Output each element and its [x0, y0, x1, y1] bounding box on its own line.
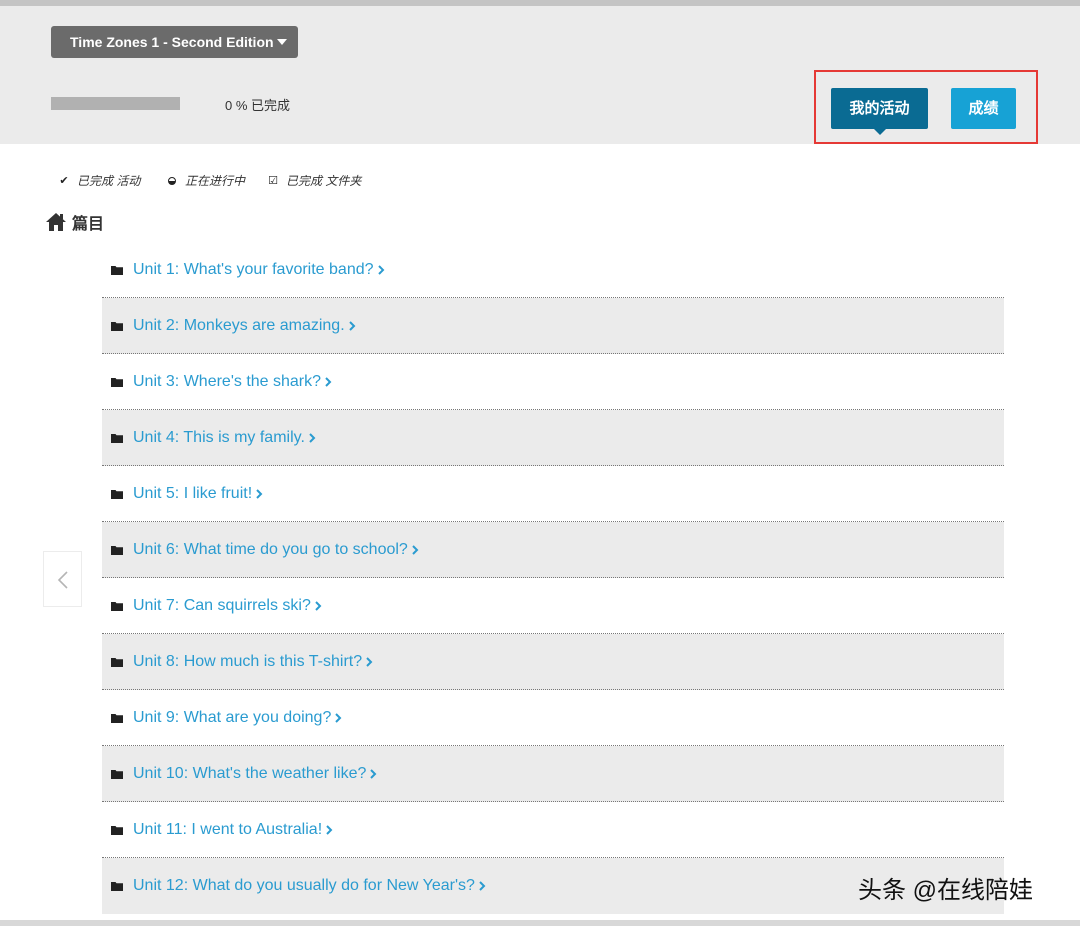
- unit-link[interactable]: Unit 5: I like fruit!: [133, 485, 252, 503]
- unit-row[interactable]: Unit 7: Can squirrels ski?: [102, 578, 1004, 634]
- chevron-right-icon: [366, 656, 373, 667]
- progress-text: 0 % 已完成: [225, 98, 291, 113]
- unit-link[interactable]: Unit 9: What are you doing?: [133, 709, 331, 727]
- toc-title: 篇目: [72, 216, 105, 233]
- unit-link[interactable]: Unit 2: Monkeys are amazing.: [133, 317, 345, 335]
- caret-down-icon: [277, 39, 287, 45]
- unit-link[interactable]: Unit 4: This is my family.: [133, 429, 305, 447]
- unit-link[interactable]: Unit 6: What time do you go to school?: [133, 541, 408, 559]
- chevron-right-icon: [348, 320, 356, 331]
- unit-row[interactable]: Unit 1: What's your favorite band?: [102, 242, 1004, 298]
- grades-label: 成绩: [968, 100, 999, 117]
- toc-heading: 篇目: [45, 209, 104, 235]
- unit-link[interactable]: Unit 10: What's the weather like?: [133, 765, 366, 783]
- my-activities-button[interactable]: 我的活动: [831, 88, 928, 135]
- unit-row[interactable]: Unit 2: Monkeys are amazing.: [102, 298, 1004, 354]
- folder-icon: [111, 377, 123, 387]
- chevron-right-icon: [315, 600, 322, 611]
- legend-completed-activity: ✔ 已完成 活动: [58, 172, 140, 189]
- chevron-left-icon: [57, 571, 68, 589]
- unit-row[interactable]: Unit 11: I went to Australia!: [102, 802, 1004, 858]
- unit-row[interactable]: Unit 3: Where's the shark?: [102, 354, 1004, 410]
- course-select-dropdown[interactable]: Time Zones 1 - Second Edition: [51, 26, 298, 58]
- active-tab-pointer: [874, 129, 886, 135]
- unit-row[interactable]: Unit 4: This is my family.: [102, 410, 1004, 466]
- home-icon: [46, 213, 66, 231]
- folder-icon: [111, 545, 123, 555]
- progress-bar: [51, 97, 180, 110]
- chevron-right-icon: [309, 432, 316, 443]
- chevron-right-icon: [412, 544, 419, 555]
- chevron-right-icon: [377, 264, 384, 275]
- chevron-right-icon: [335, 712, 342, 723]
- unit-row[interactable]: Unit 10: What's the weather like?: [102, 746, 1004, 802]
- grades-button[interactable]: 成绩: [951, 88, 1016, 129]
- unit-row[interactable]: Unit 5: I like fruit!: [102, 466, 1004, 522]
- legend-in-progress: 正在进行中: [168, 172, 245, 189]
- legend-label: 已完成 文件夹: [286, 174, 362, 188]
- unit-link[interactable]: Unit 8: How much is this T-shirt?: [133, 653, 362, 671]
- chevron-right-icon: [479, 881, 486, 891]
- folder-icon: [111, 489, 123, 499]
- my-activities-label: 我的活动: [849, 100, 910, 117]
- unit-row[interactable]: Unit 8: How much is this T-shirt?: [102, 634, 1004, 690]
- chevron-right-icon: [256, 488, 263, 499]
- folder-icon: [111, 601, 123, 611]
- legend-completed-folder: ☑ 已完成 文件夹: [267, 172, 361, 189]
- course-header: Time Zones 1 - Second Edition 0 % 已完成 我的…: [0, 6, 1080, 144]
- folder-icon: [111, 657, 123, 667]
- unit-row[interactable]: Unit 9: What are you doing?: [102, 690, 1004, 746]
- course-title: Time Zones 1 - Second Edition: [70, 34, 274, 50]
- unit-list: Unit 1: What's your favorite band? Unit 2…: [102, 242, 1004, 914]
- watermark-text: 头条 @在线陪娃: [858, 877, 1034, 904]
- folder-icon: [111, 265, 123, 275]
- unit-row[interactable]: Unit 6: What time do you go to school?: [102, 522, 1004, 578]
- unit-link[interactable]: Unit 3: Where's the shark?: [133, 373, 321, 391]
- bottom-border: [0, 920, 1080, 926]
- unit-link[interactable]: Unit 11: I went to Australia!: [133, 821, 322, 839]
- check-icon: ✔: [59, 175, 69, 187]
- folder-icon: [111, 321, 123, 331]
- unit-link[interactable]: Unit 1: What's your favorite band?: [133, 261, 374, 279]
- chevron-right-icon: [326, 824, 333, 835]
- chevron-right-icon: [370, 768, 377, 779]
- folder-icon: [111, 769, 123, 779]
- checked-box-icon: ☑: [268, 175, 278, 187]
- folder-icon: [111, 713, 123, 723]
- previous-page-button[interactable]: [43, 551, 82, 607]
- legend-label: 正在进行中: [185, 174, 246, 188]
- legend-label: 已完成 活动: [77, 174, 141, 188]
- folder-icon: [111, 882, 123, 891]
- folder-icon: [111, 825, 123, 835]
- half-circle-icon: [168, 176, 176, 185]
- folder-icon: [111, 433, 123, 443]
- chevron-right-icon: [325, 376, 332, 387]
- unit-link[interactable]: Unit 12: What do you usually do for New …: [133, 877, 475, 895]
- unit-link[interactable]: Unit 7: Can squirrels ski?: [133, 597, 311, 615]
